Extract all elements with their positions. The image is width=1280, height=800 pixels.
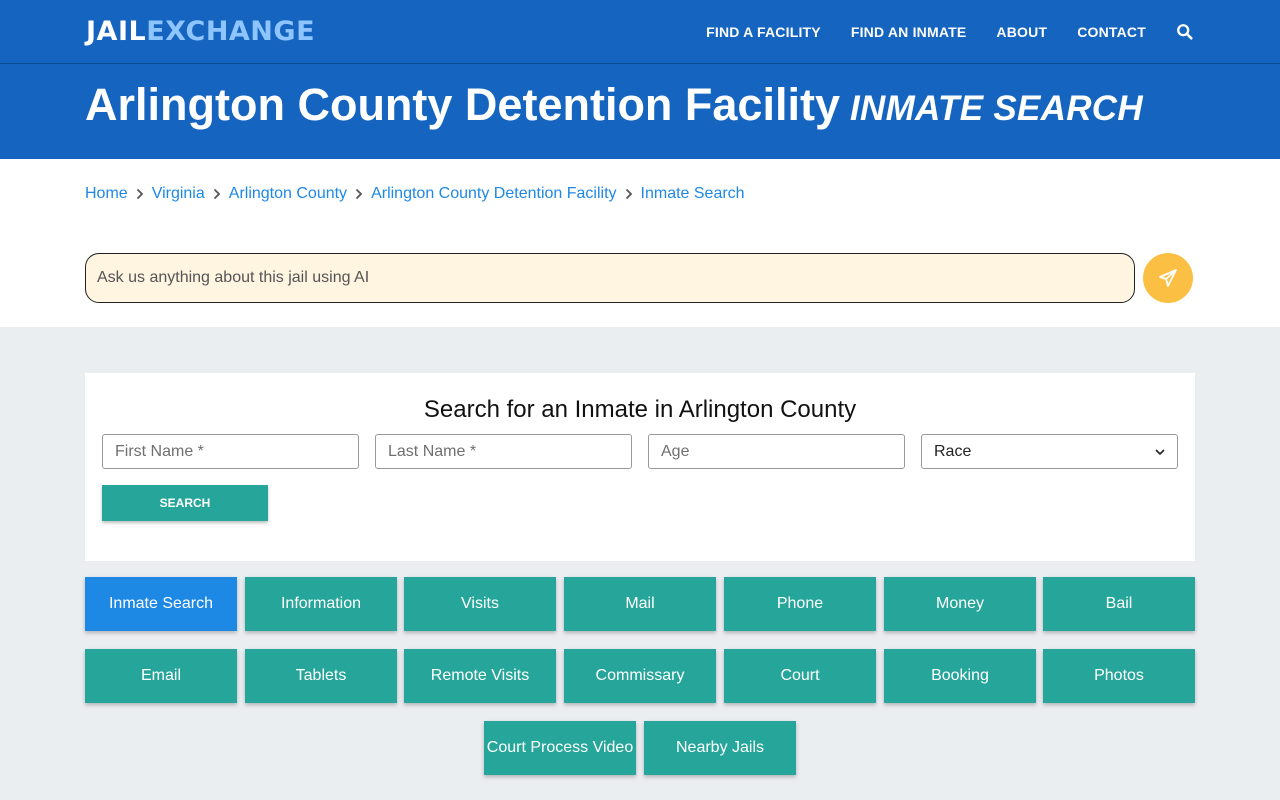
first-name-placeholder: First Name * — [115, 442, 204, 460]
tile-information[interactable]: Information — [245, 577, 397, 631]
paper-plane-icon — [1159, 269, 1177, 287]
race-selected-value: Race — [934, 442, 972, 460]
page-title: Arlington County Detention Facility INMAT… — [85, 78, 1143, 136]
tile-nearby-jails[interactable]: Nearby Jails — [644, 721, 796, 775]
title-band: Arlington County Detention Facility INMAT… — [0, 64, 1280, 159]
first-name-field[interactable]: First Name * — [102, 434, 359, 469]
tile-remote-visits[interactable]: Remote Visits — [404, 649, 556, 703]
chevron-down-icon — [1155, 448, 1165, 455]
breadcrumb-current[interactable]: Inmate Search — [641, 185, 745, 203]
tile-money[interactable]: Money — [884, 577, 1036, 631]
breadcrumb-home[interactable]: Home — [85, 185, 128, 203]
ai-question-input[interactable]: Ask us anything about this jail using AI — [85, 253, 1135, 303]
chevron-right-icon — [625, 188, 632, 200]
tile-mail[interactable]: Mail — [564, 577, 716, 631]
search-button[interactable]: SEARCH — [102, 485, 268, 521]
chevron-right-icon — [213, 188, 221, 200]
last-name-placeholder: Last Name * — [388, 442, 477, 460]
last-name-field[interactable]: Last Name * — [375, 434, 632, 469]
top-navbar: JAILEXCHANGE FIND A FACILITY FIND AN INM… — [0, 0, 1280, 64]
breadcrumb-facility[interactable]: Arlington County Detention Facility — [371, 185, 616, 203]
tile-inmate-search[interactable]: Inmate Search — [85, 577, 237, 631]
ai-send-button[interactable] — [1143, 253, 1193, 303]
tile-court-process-video[interactable]: Court Process Video — [484, 721, 636, 775]
tile-booking[interactable]: Booking — [884, 649, 1036, 703]
breadcrumb-county[interactable]: Arlington County — [229, 185, 347, 203]
inmate-search-card: Search for an Inmate in Arlington County… — [85, 373, 1195, 561]
tile-phone[interactable]: Phone — [724, 577, 876, 631]
nav-contact[interactable]: CONTACT — [1077, 24, 1146, 40]
tile-photos[interactable]: Photos — [1043, 649, 1195, 703]
nav-links: FIND A FACILITY FIND AN INMATE ABOUT CON… — [676, 0, 1194, 64]
nav-about[interactable]: ABOUT — [996, 24, 1047, 40]
tile-email[interactable]: Email — [85, 649, 237, 703]
chevron-right-icon — [136, 188, 143, 200]
age-field[interactable]: Age — [648, 434, 905, 469]
chevron-right-icon — [355, 188, 363, 200]
logo-part-exchange: EXCHANGE — [146, 16, 316, 47]
nav-find-facility[interactable]: FIND A FACILITY — [706, 24, 821, 40]
page-title-main: Arlington County Detention Facility — [85, 79, 840, 130]
nav-find-inmate[interactable]: FIND AN INMATE — [851, 24, 967, 40]
breadcrumb: Home Virginia Arlington County Arlington… — [85, 185, 745, 203]
breadcrumb-section: Home Virginia Arlington County Arlington… — [0, 159, 1280, 327]
ai-placeholder: Ask us anything about this jail using AI — [97, 269, 370, 286]
site-logo[interactable]: JAILEXCHANGE — [86, 14, 315, 50]
breadcrumb-state[interactable]: Virginia — [152, 185, 205, 203]
tile-bail[interactable]: Bail — [1043, 577, 1195, 631]
logo-part-jail: JAIL — [86, 16, 147, 47]
tile-court[interactable]: Court — [724, 649, 876, 703]
search-icon[interactable] — [1176, 23, 1194, 41]
tile-visits[interactable]: Visits — [404, 577, 556, 631]
tile-commissary[interactable]: Commissary — [564, 649, 716, 703]
tile-tablets[interactable]: Tablets — [245, 649, 397, 703]
age-placeholder: Age — [661, 442, 690, 460]
race-select[interactable]: Race — [921, 434, 1178, 469]
page-title-sub: INMATE SEARCH — [849, 89, 1143, 128]
search-card-title: Search for an Inmate in Arlington County — [423, 396, 857, 423]
